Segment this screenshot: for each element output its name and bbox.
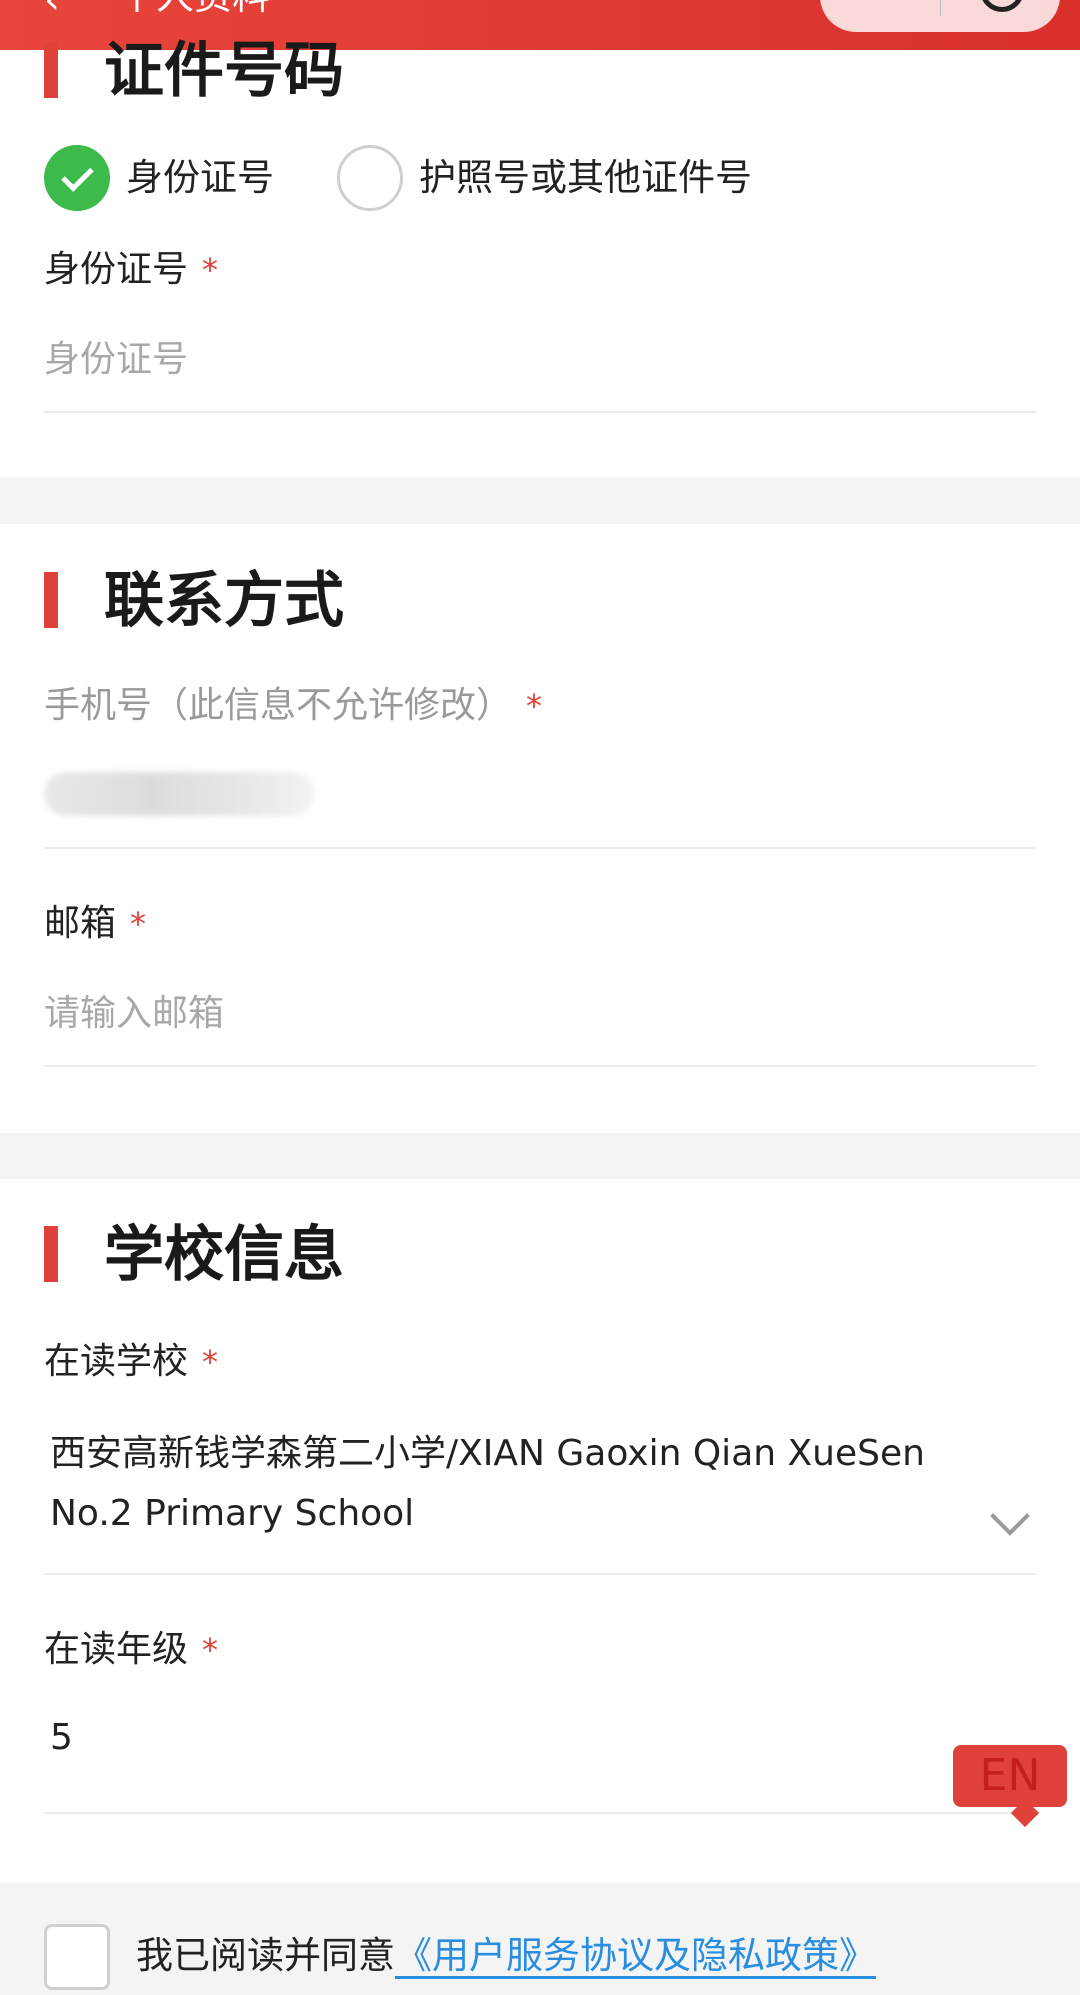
back-arrow-icon[interactable]: ‹ (44, 0, 60, 20)
required-mark: * (202, 1343, 219, 1381)
id-number-label-text: 身份证号 (44, 249, 189, 290)
section-gap (0, 1133, 1080, 1179)
school-select-value[interactable]: 西安高新钱学森第二小学/XIAN Gaoxin Qian XueSen No.2… (50, 1424, 970, 1544)
capsule-divider (940, 0, 941, 16)
school-label-text: 在读学校 (44, 1341, 189, 1382)
agreement-prefix: 我已阅读并同意 (136, 1934, 395, 1977)
email-label: 邮箱 * (44, 902, 146, 946)
divider (44, 1573, 1036, 1575)
email-input[interactable]: 请输入邮箱 (44, 984, 1036, 1044)
phone-value-redacted (44, 772, 314, 816)
target-icon[interactable] (980, 0, 1024, 12)
phone-label-text: 手机号（此信息不允许修改） (44, 685, 513, 726)
radio-id-card-label[interactable]: 身份证号 (126, 156, 274, 200)
agreement-link[interactable]: 《用户服务协议及隐私政策》 (395, 1934, 876, 1977)
agreement-checkbox[interactable] (44, 1924, 110, 1990)
radio-passport-label[interactable]: 护照号或其他证件号 (419, 156, 752, 200)
grade-label: 在读年级 * (44, 1628, 218, 1672)
radio-id-card[interactable] (44, 145, 110, 211)
id-number-label: 身份证号 * (44, 248, 218, 292)
email-label-text: 邮箱 (44, 903, 117, 944)
id-number-input[interactable]: 身份证号 (44, 330, 1036, 390)
language-toggle-button[interactable]: EN (953, 1745, 1067, 1807)
section-accent-bar (44, 1226, 58, 1282)
divider (44, 847, 1036, 849)
school-label: 在读学校 * (44, 1340, 218, 1384)
chevron-down-icon[interactable] (990, 1496, 1030, 1536)
section-id-title: 证件号码 (104, 36, 344, 106)
section-contact-title: 联系方式 (104, 566, 344, 636)
required-mark: * (130, 905, 147, 943)
section-gap (0, 478, 1080, 524)
page-title: 个人资料 (118, 0, 270, 16)
required-mark: * (202, 251, 219, 289)
divider (44, 1812, 1036, 1814)
divider (44, 411, 1036, 413)
divider (44, 1065, 1036, 1067)
agreement-text: 我已阅读并同意《用户服务协议及隐私政策》 (136, 1932, 876, 1980)
radio-passport[interactable] (337, 145, 403, 211)
grade-select-value[interactable]: 5 (50, 1708, 1036, 1768)
mini-program-capsule[interactable] (820, 0, 1060, 32)
required-mark: * (526, 687, 543, 725)
required-mark: * (202, 1631, 219, 1669)
section-school-title: 学校信息 (104, 1220, 344, 1290)
section-accent-bar (44, 572, 58, 628)
section-accent-bar (44, 42, 58, 98)
grade-label-text: 在读年级 (44, 1629, 189, 1670)
phone-label: 手机号（此信息不允许修改） * (44, 684, 542, 728)
